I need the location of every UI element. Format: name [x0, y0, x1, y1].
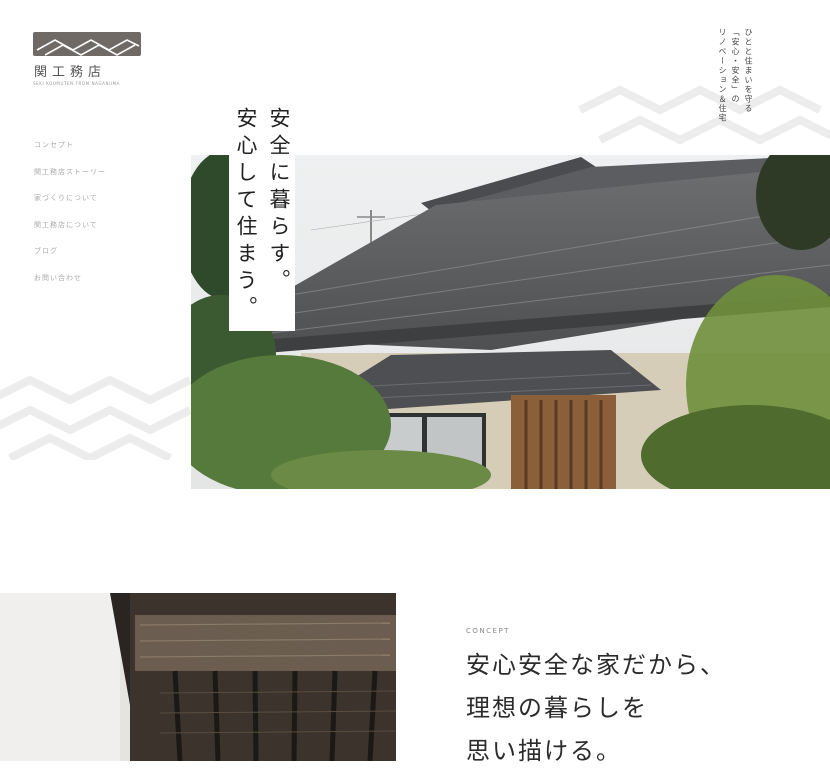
hero-headline-line: 安全に暮らす。	[262, 100, 295, 331]
logo-subtitle: SEKI KOUMUTEN FROM NAGANUMA	[33, 81, 120, 86]
concept-label: CONCEPT	[466, 627, 510, 635]
nav-item-story[interactable]: 関工務店ストーリー	[34, 167, 106, 194]
roof-pattern-left	[0, 375, 192, 460]
site-logo[interactable]: 関工務店 SEKI KOUMUTEN FROM NAGANUMA	[33, 32, 143, 86]
nav-item-blog[interactable]: ブログ	[34, 246, 106, 273]
tagline-line: ひとと住まいを守る	[744, 28, 753, 114]
nav-item-about[interactable]: 関工務店について	[34, 220, 106, 247]
tagline-line: 「安心・安全」の	[731, 28, 740, 104]
hero-headline: 安全に暮らす。 安心して住まう。	[229, 100, 295, 331]
concept-heading: 安心安全な家だから、 理想の暮らしを 思い描ける。	[466, 644, 726, 773]
concept-heading-line: 理想の暮らしを	[466, 694, 648, 722]
tagline: ひとと住まいを守る 「安心・安全」の リノベーション＆住宅	[718, 28, 753, 123]
hero-headline-line: 安心して住まう。	[229, 100, 262, 331]
concept-heading-line: 安心安全な家だから、	[466, 651, 726, 679]
logo-name: 関工務店	[34, 65, 107, 80]
roof-pattern-top-right	[578, 85, 830, 145]
nav-item-concept[interactable]: コンセプト	[34, 140, 106, 167]
tagline-line: リノベーション＆住宅	[718, 28, 727, 123]
concept-beam-photo	[0, 593, 396, 761]
side-navigation: コンセプト 関工務店ストーリー 家づくりについて 関工務店について ブログ お問…	[34, 140, 106, 299]
roof-logo-icon	[33, 32, 141, 56]
nav-item-contact[interactable]: お問い合わせ	[34, 273, 106, 300]
concept-heading-line: 思い描ける。	[466, 737, 622, 765]
nav-item-house-building[interactable]: 家づくりについて	[34, 193, 106, 220]
